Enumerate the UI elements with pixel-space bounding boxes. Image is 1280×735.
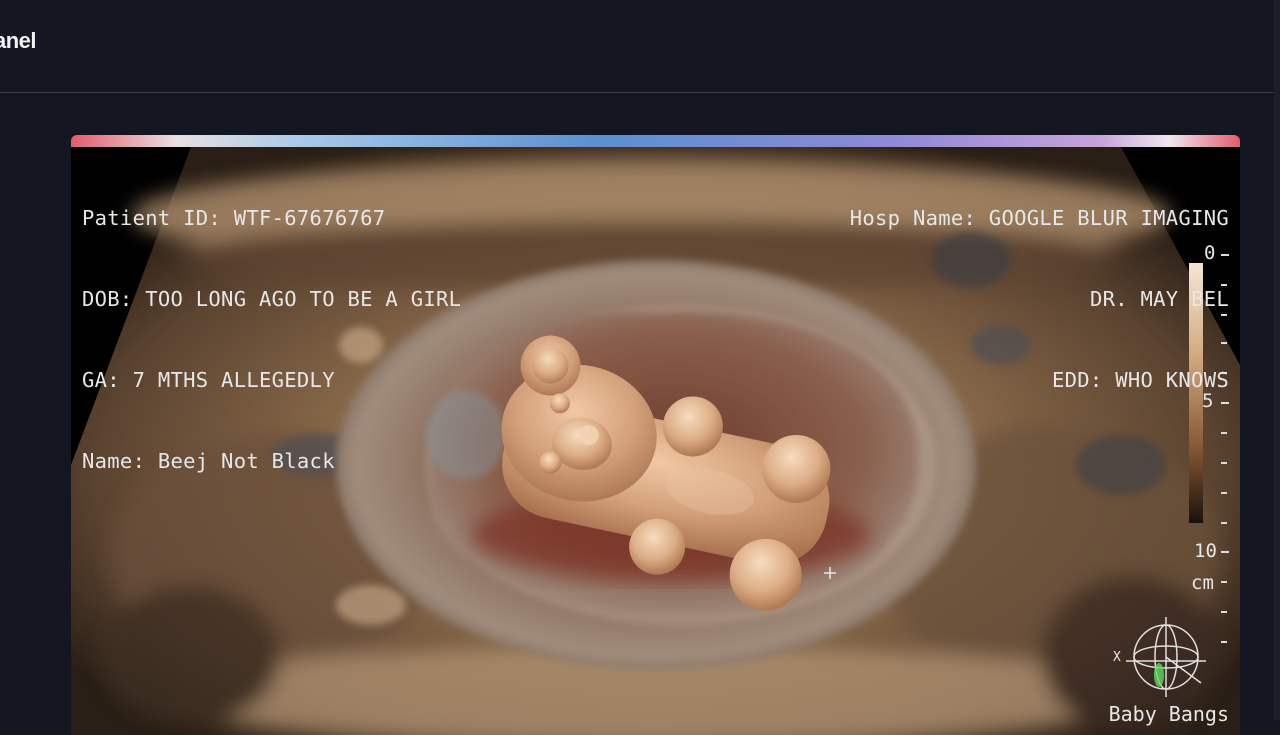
patient-dob: DOB: TOO LONG AGO TO BE A GIRL (82, 287, 462, 311)
hospital-name: Hosp Name: GOOGLE BLUR IMAGING (849, 206, 1229, 230)
panel-title: anel (0, 28, 37, 53)
scrollbar[interactable] (1274, 0, 1280, 720)
patient-ga: GA: 7 MTHS ALLEGEDLY (82, 368, 335, 392)
depth-scale-top-label: 0 (1204, 242, 1216, 264)
hospital-info: Hosp Name: GOOGLE BLUR IMAGING DR. MAY B… (850, 151, 1229, 448)
panel-header: anel (0, 0, 1280, 93)
depth-scale-bottom-label: 10 (1194, 540, 1217, 562)
doctor-name: DR. MAY BEL (1089, 287, 1229, 311)
edd: EDD: WHO KNOWS (1052, 368, 1229, 392)
patient-id: Patient ID: WTF-67676767 (82, 206, 386, 230)
card-top-strip (71, 135, 1240, 147)
depth-scale-unit: cm (1191, 572, 1214, 594)
bottom-right-caption: Baby Bangs (1108, 702, 1229, 726)
orientation-axis-label: X (1113, 650, 1121, 665)
patient-info: Patient ID: WTF-67676767 DOB: TOO LONG A… (82, 151, 461, 529)
depth-scale-mid-label: 5 (1202, 390, 1214, 412)
ultrasound-card: Patient ID: WTF-67676767 DOB: TOO LONG A… (71, 135, 1240, 735)
patient-name: Name: Beej Not Black (82, 449, 335, 473)
